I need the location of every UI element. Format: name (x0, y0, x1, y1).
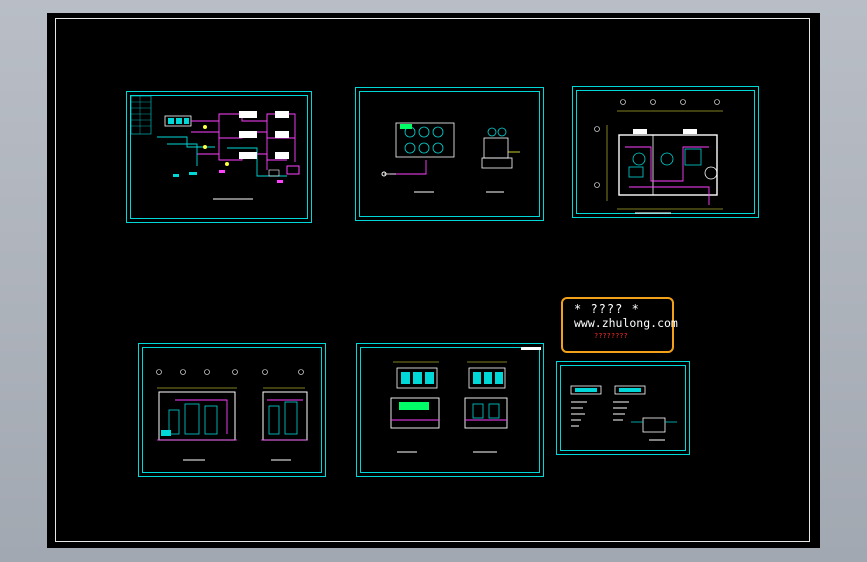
watermark-url: www.zhulong.com (574, 316, 678, 330)
sections-drawing (156, 369, 308, 461)
sheet-sections[interactable] (138, 343, 326, 477)
watermark-line-3: ???????? (594, 332, 628, 340)
sheet-schematic[interactable] (126, 91, 312, 223)
sheet-equipment-plan[interactable] (355, 87, 544, 221)
sheet-room-plan[interactable] (572, 86, 759, 218)
sheet-foundation[interactable] (356, 343, 544, 477)
drawing-canvas[interactable]: * ???? * www.zhulong.com ???????? (47, 13, 820, 548)
foundation-drawing (390, 347, 541, 453)
sheet-details[interactable] (556, 361, 690, 455)
schematic-drawing (130, 95, 300, 200)
details-drawing (570, 385, 677, 441)
equipment-plan-drawing (381, 122, 520, 193)
cad-viewer: * ???? * www.zhulong.com ???????? (0, 0, 867, 562)
watermark-line-1: * ???? * (574, 302, 640, 316)
watermark-stamp: * ???? * www.zhulong.com ???????? (561, 297, 678, 353)
room-plan-drawing (594, 99, 723, 214)
